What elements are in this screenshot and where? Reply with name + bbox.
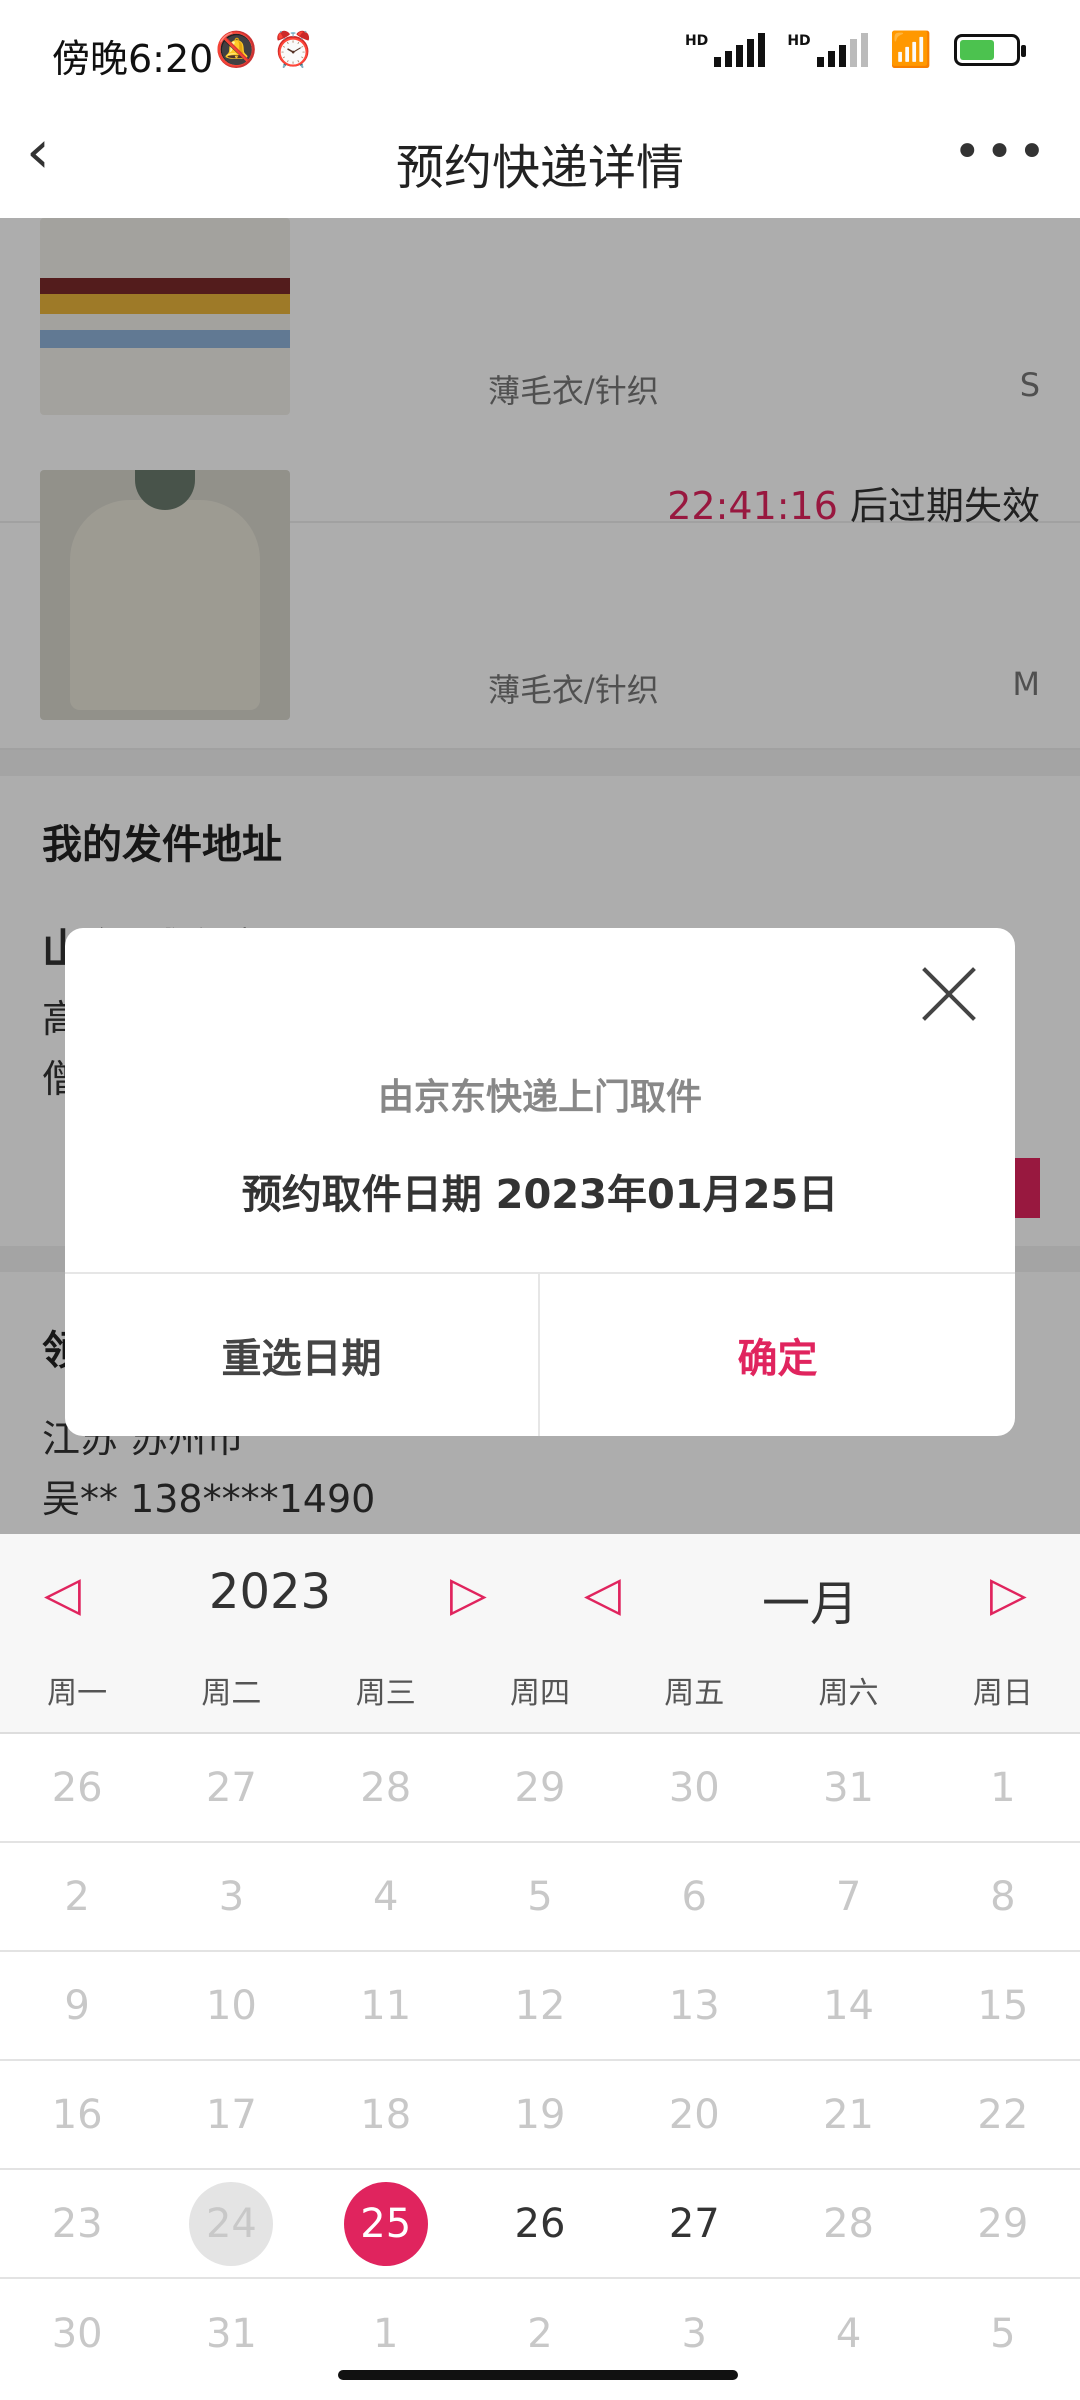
weekday-label: 周一 [47, 1676, 108, 1711]
calendar-day: 31 [823, 1764, 874, 1811]
mute-icon: 🔕 [215, 30, 258, 70]
next-month-icon[interactable]: ▷ [990, 1570, 1027, 1618]
signal-icon: HD [685, 33, 766, 67]
wifi-icon: 📶 [889, 30, 932, 70]
calendar-day: 20 [668, 2091, 720, 2138]
weekday-label: 周六 [818, 1676, 879, 1711]
calendar-month: 一月 [761, 1576, 858, 1632]
calendar-day: 16 [51, 2091, 103, 2138]
calendar-day-selected[interactable]: 25 [309, 2170, 463, 2277]
weekday-label: 周三 [355, 1676, 416, 1711]
calendar-day: 17 [205, 2091, 257, 2138]
page-title: 预约快递详情 [395, 140, 684, 196]
calendar-day: 11 [360, 1982, 412, 2029]
calendar-day: 26 [51, 1764, 103, 1811]
calendar-day: 5 [527, 1873, 553, 1920]
calendar-day: 21 [823, 2091, 874, 2138]
weekday-row: 周一 周二 周三 周四 周五 周六 周日 [0, 1664, 1080, 1734]
prev-year-icon[interactable]: ◁ [44, 1570, 81, 1618]
calendar-day: 23 [51, 2200, 103, 2247]
week-row: 16 17 18 19 20 21 22 [0, 2061, 1080, 2170]
calendar-day: 4 [372, 1873, 399, 1920]
calendar-day: 12 [514, 1982, 566, 2029]
calendar-day: 6 [681, 1873, 707, 1920]
prev-month-icon[interactable]: ◁ [584, 1570, 621, 1618]
calendar-day-available[interactable]: 27 [617, 2170, 771, 2277]
calendar-day: 13 [668, 1982, 720, 2029]
weekday-label: 周二 [201, 1676, 262, 1711]
next-year-icon[interactable]: ▷ [450, 1570, 487, 1618]
calendar-day: 29 [514, 1764, 566, 1811]
week-row: 9 10 11 12 13 14 15 [0, 1952, 1080, 2061]
reselect-date-button[interactable]: 重选日期 [65, 1274, 540, 1436]
calendar-day: 31 [205, 2310, 257, 2357]
calendar-day: 5 [990, 2310, 1016, 2357]
calendar-grid: 26 27 28 29 30 31 1 2 3 4 5 6 7 8 9 10 1… [0, 1734, 1080, 2388]
calendar-day-available[interactable]: 26 [463, 2170, 617, 2277]
weekday-label: 周日 [972, 1676, 1033, 1711]
calendar-day: 30 [51, 2310, 103, 2357]
calendar-day: 2 [64, 1873, 90, 1920]
confirm-button[interactable]: 确定 [540, 1274, 1015, 1436]
week-row: 23 24 25 26 27 28 29 [0, 2170, 1080, 2279]
weekday-label: 周四 [509, 1676, 570, 1711]
calendar-day: 3 [218, 1873, 245, 1920]
calendar-day: 4 [835, 2310, 862, 2357]
calendar-day: 28 [823, 2200, 874, 2247]
calendar-day: 19 [514, 2091, 566, 2138]
calendar-day: 9 [64, 1982, 90, 2029]
calendar-day: 14 [823, 1982, 874, 2029]
pickup-confirm-dialog: 由京东快递上门取件 预约取件日期 2023年01月25日 重选日期 确定 [65, 928, 1015, 1436]
week-row: 2 3 4 5 6 7 8 [0, 1843, 1080, 1952]
more-icon[interactable]: ••• [953, 124, 1050, 180]
close-icon[interactable] [919, 964, 979, 1024]
dialog-subtitle: 由京东快递上门取件 [377, 1077, 702, 1118]
weekday-label: 周五 [664, 1676, 725, 1711]
calendar-day-today: 24 [154, 2170, 308, 2277]
status-bar: 傍晚6:20 🔕 ⏰ HD HD 📶 [0, 0, 1080, 100]
calendar-day: 7 [835, 1873, 862, 1920]
calendar-year: 2023 [208, 1564, 332, 1620]
calendar-day: 30 [668, 1764, 720, 1811]
app-header: ‹ 预约快递详情 ••• [0, 100, 1080, 218]
battery-charging-icon [954, 34, 1026, 66]
status-time: 傍晚6:20 [52, 37, 214, 81]
home-indicator[interactable] [338, 2370, 738, 2380]
signal-icon: HD [787, 33, 868, 67]
week-row: 26 27 28 29 30 31 1 [0, 1734, 1080, 1843]
date-picker: ◁ 2023 ▷ ◁ 一月 ▷ 周一 周二 周三 周四 周五 周六 周日 26 … [0, 1534, 1080, 2400]
calendar-day: 28 [360, 1764, 412, 1811]
calendar-day: 29 [977, 2200, 1029, 2247]
calendar-day: 18 [360, 2091, 412, 2138]
calendar-day: 27 [205, 1764, 257, 1811]
dialog-date-text: 预约取件日期 2023年01月25日 [241, 1172, 839, 1218]
calendar-day: 10 [205, 1982, 257, 2029]
calendar-day: 8 [990, 1873, 1016, 1920]
alarm-icon: ⏰ [272, 30, 315, 70]
calendar-header: ◁ 2023 ▷ ◁ 一月 ▷ [0, 1534, 1080, 1664]
calendar-day: 1 [990, 1764, 1016, 1811]
calendar-day: 22 [977, 2091, 1029, 2138]
status-icons: HD HD 📶 [685, 30, 1026, 70]
calendar-day: 15 [977, 1982, 1029, 2029]
